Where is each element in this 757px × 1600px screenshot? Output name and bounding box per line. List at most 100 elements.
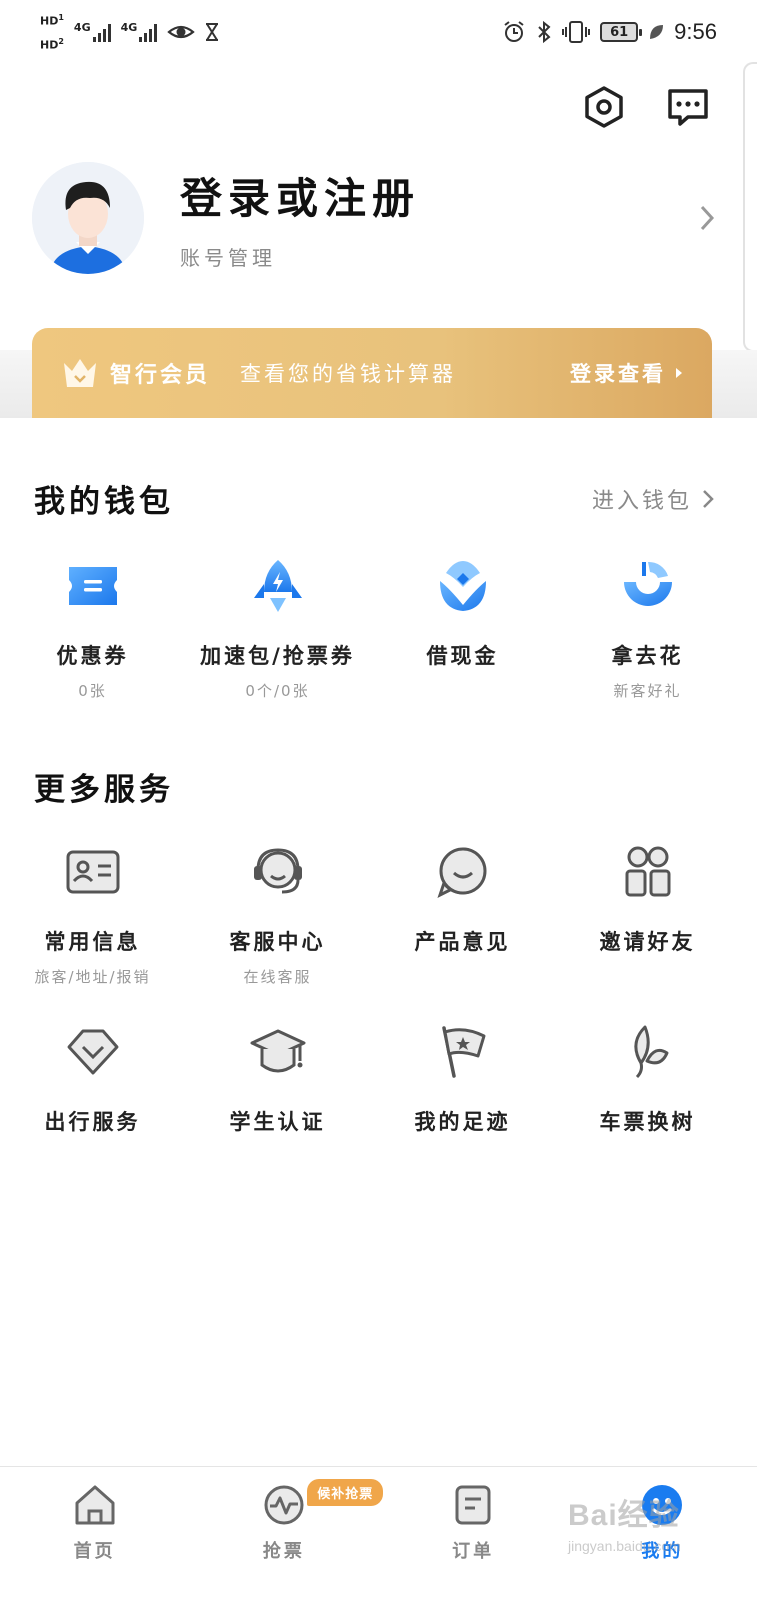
- tree-leaf-icon: [616, 1020, 680, 1084]
- hd-indicators: HD1 HD2: [40, 12, 64, 51]
- wallet-item-cash[interactable]: 借现金: [370, 554, 555, 700]
- battery-level: 61: [610, 24, 629, 40]
- profile-text: 登录或注册 账号管理: [180, 165, 692, 271]
- chevron-right-icon: [703, 489, 714, 508]
- watermark-sub: jingyan.baidu.com: [568, 1538, 681, 1554]
- message-button[interactable]: [665, 84, 711, 130]
- order-icon: [455, 1485, 491, 1525]
- signal-2: 4G: [121, 22, 158, 42]
- vip-login-view-button[interactable]: 登录查看: [570, 358, 684, 388]
- signal-bars-2-icon: [139, 22, 158, 42]
- headset-icon: [246, 840, 310, 904]
- feedback-icon: [431, 840, 495, 904]
- service-label: 产品意见: [414, 930, 511, 954]
- service-label: 车票换树: [599, 1110, 696, 1134]
- grab-ticket-icon: [264, 1485, 304, 1525]
- avatar[interactable]: [32, 161, 144, 274]
- tab-orders[interactable]: 订单: [379, 1467, 568, 1600]
- triangle-right-icon: [676, 368, 682, 378]
- tab-label: 订单: [452, 1541, 495, 1562]
- service-label: 我的足迹: [414, 1110, 511, 1134]
- id-card-icon: [61, 840, 125, 904]
- service-sub: 旅客/地址/报销: [34, 968, 151, 986]
- wallet-item-label: 借现金: [426, 644, 499, 668]
- leaf-icon: [650, 25, 664, 39]
- coupon-icon: [61, 554, 125, 618]
- service-student-cert[interactable]: 学生认证: [185, 1020, 370, 1136]
- service-footprint[interactable]: 我的足迹: [370, 1020, 555, 1136]
- hourglass-icon: [206, 23, 219, 41]
- wallet-section-header: 我的钱包 进入钱包: [34, 476, 714, 521]
- side-drawer-edge[interactable]: [743, 62, 757, 352]
- vip-action-label: 登录查看: [570, 362, 666, 386]
- vibrate-icon: [562, 21, 591, 43]
- main-content: 我的钱包 进入钱包 优惠券 0张 加速包/抢票券 0个/0张 借现金 拿去花 新…: [0, 418, 757, 1466]
- service-label: 常用信息: [44, 930, 141, 954]
- eye-comfort-icon: [167, 25, 196, 39]
- wallet-item-sub: 新客好礼: [613, 682, 682, 700]
- profile-login-row[interactable]: 登录或注册 账号管理: [32, 160, 722, 275]
- account-management-label: 账号管理: [180, 245, 276, 270]
- wallet-title: 我的钱包: [34, 484, 174, 520]
- status-bar: HD1 HD2 4G 4G 61 9:56: [0, 0, 757, 64]
- service-product-feedback[interactable]: 产品意见: [370, 840, 555, 986]
- services-section-header: 更多服务: [34, 764, 714, 809]
- status-right: 61 9:56: [502, 19, 717, 45]
- service-ticket-tree[interactable]: 车票换树: [555, 1020, 740, 1136]
- wallet-item-booster[interactable]: 加速包/抢票券 0个/0张: [185, 554, 370, 700]
- services-grid-row-2: 出行服务 学生认证 我的足迹 车票换树: [0, 1020, 757, 1136]
- wallet-item-spend[interactable]: 拿去花 新客好礼: [555, 554, 740, 700]
- enter-wallet-label: 进入钱包: [591, 488, 692, 514]
- signal-bars-1-icon: [92, 22, 111, 42]
- tab-grab-ticket[interactable]: 抢票 候补抢票: [189, 1467, 384, 1600]
- service-sub: 在线客服: [243, 968, 312, 986]
- footprint-flag-icon: [431, 1020, 495, 1084]
- services-title: 更多服务: [34, 772, 174, 808]
- login-register-title[interactable]: 登录或注册: [180, 165, 692, 226]
- spend-icon: [616, 554, 680, 618]
- net2-label: 4G: [120, 21, 138, 34]
- service-label: 邀请好友: [599, 930, 696, 954]
- vip-banner[interactable]: 智行会员 查看您的省钱计算器 登录查看: [32, 328, 712, 418]
- hd2-label: HD: [40, 38, 59, 52]
- hd1-sub: 1: [58, 13, 64, 23]
- enter-wallet-link[interactable]: 进入钱包: [592, 483, 714, 515]
- watermark-text: Bai经验: [568, 1499, 680, 1532]
- baidu-watermark: Bai经验 jingyan.baidu.com: [568, 1490, 681, 1554]
- wallet-item-label: 加速包/抢票券: [200, 644, 355, 668]
- waitlist-badge: 候补抢票: [307, 1479, 384, 1506]
- service-label: 出行服务: [44, 1110, 141, 1134]
- services-grid-row-1: 常用信息 旅客/地址/报销 客服中心 在线客服 产品意见 邀请好友: [0, 840, 757, 986]
- hexagon-settings-icon: [585, 86, 623, 128]
- tab-home[interactable]: 首页: [0, 1467, 189, 1600]
- net1-label: 4G: [73, 21, 91, 34]
- service-common-info[interactable]: 常用信息 旅客/地址/报销: [0, 840, 185, 986]
- graduation-cap-icon: [246, 1020, 310, 1084]
- wallet-item-label: 拿去花: [611, 644, 684, 668]
- hd2-sub: 2: [58, 37, 64, 46]
- service-label: 客服中心: [229, 930, 326, 954]
- wallet-item-sub: 0个/0张: [245, 682, 310, 700]
- tab-label: 抢票: [262, 1541, 305, 1562]
- battery-indicator: 61: [600, 22, 643, 42]
- service-travel[interactable]: 出行服务: [0, 1020, 185, 1136]
- signal-1: 4G: [74, 22, 111, 42]
- wallet-item-coupon[interactable]: 优惠券 0张: [0, 554, 185, 700]
- hd1-label: HD: [40, 15, 59, 28]
- cash-icon: [431, 554, 495, 618]
- invite-friends-icon: [616, 840, 680, 904]
- service-invite-friends[interactable]: 邀请好友: [555, 840, 740, 986]
- profile-chevron-right-icon[interactable]: [692, 198, 722, 238]
- home-icon: [75, 1485, 115, 1525]
- status-left: HD1 HD2 4G 4G: [40, 12, 219, 51]
- header-actions: [581, 84, 711, 130]
- message-icon: [668, 89, 708, 126]
- crown-icon: [64, 359, 96, 387]
- alarm-icon: [504, 21, 524, 42]
- service-customer-center[interactable]: 客服中心 在线客服: [185, 840, 370, 986]
- tab-label: 首页: [73, 1541, 116, 1562]
- wallet-grid: 优惠券 0张 加速包/抢票券 0个/0张 借现金 拿去花 新客好礼: [0, 554, 757, 700]
- bluetooth-icon: [538, 20, 551, 44]
- clock-time: 9:56: [674, 19, 717, 44]
- settings-button[interactable]: [581, 84, 627, 130]
